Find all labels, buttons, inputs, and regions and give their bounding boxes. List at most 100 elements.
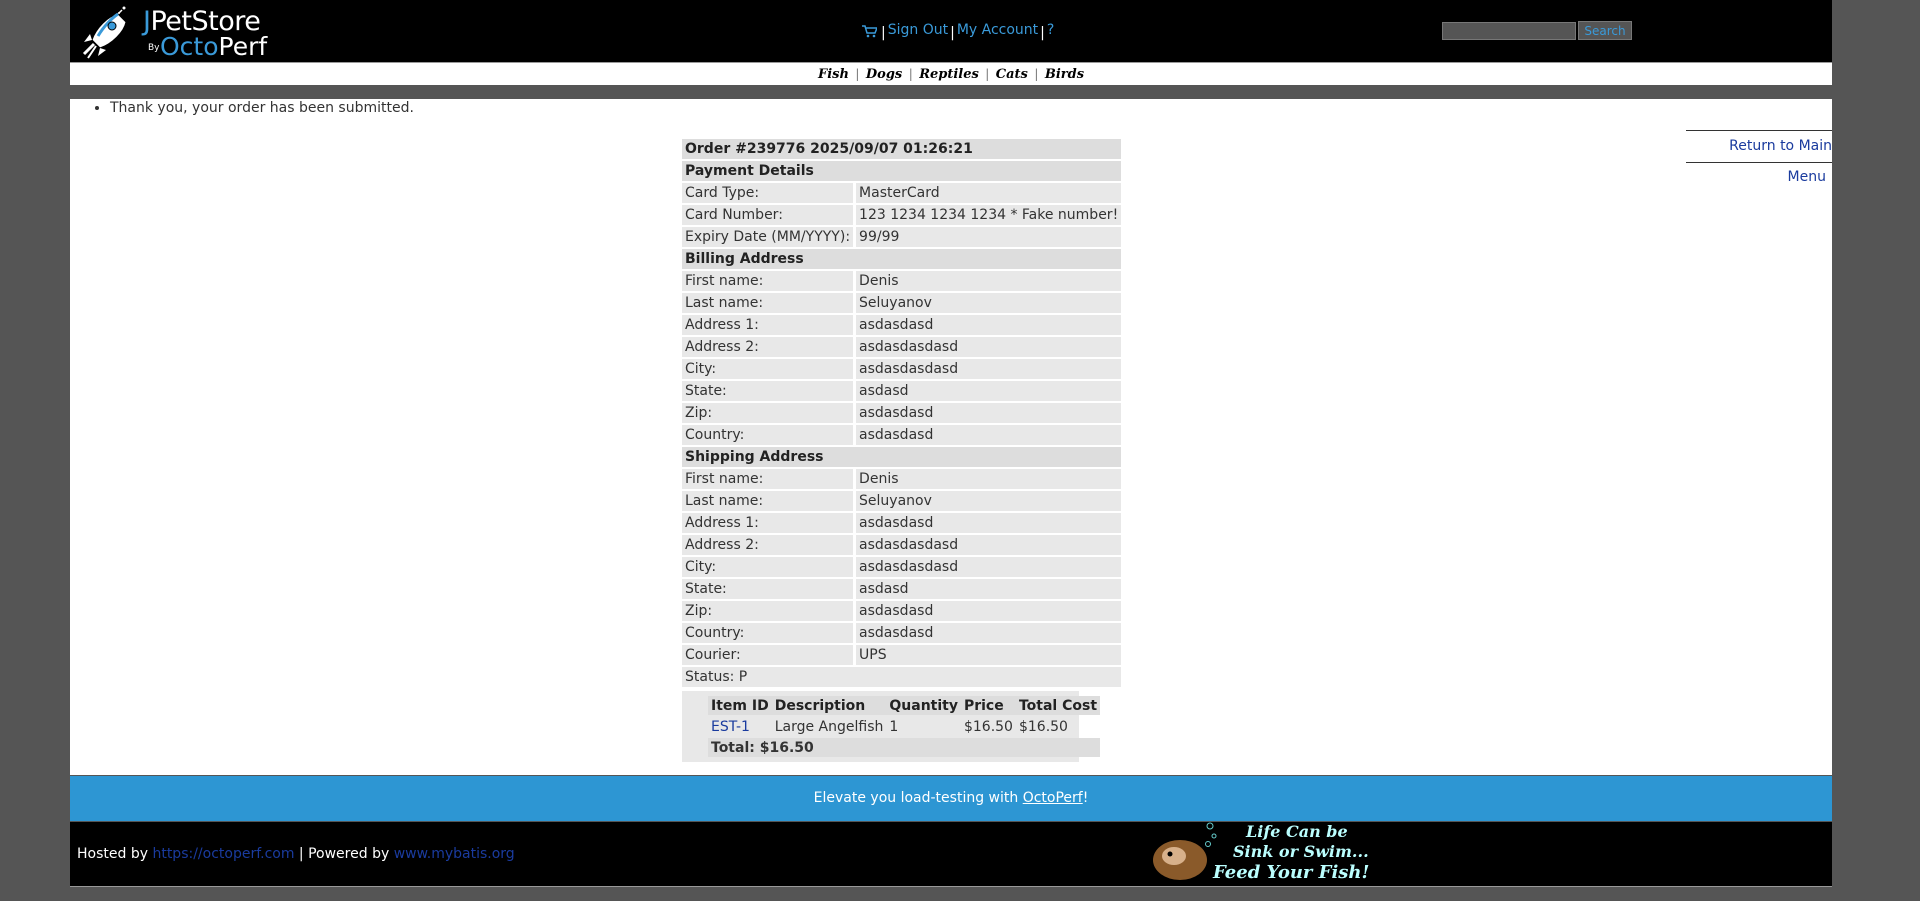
menu-separator: | (950, 25, 955, 41)
detail-label: Zip: (682, 403, 857, 423)
detail-label: Address 2: (682, 337, 857, 357)
mybatis-link[interactable]: www.mybatis.org (394, 846, 515, 862)
menu-separator: | (1040, 25, 1045, 41)
detail-value: Seluyanov (856, 293, 1122, 313)
detail-label: First name: (682, 271, 857, 291)
detail-value: Seluyanov (856, 491, 1122, 511)
quicklink-cats[interactable]: Cats (996, 67, 1028, 82)
promo-footer: Elevate you load-testing with OctoPerf! (70, 776, 1832, 821)
section-header-row: Payment Details (682, 161, 1122, 181)
banner-line-1: Life Can be (1245, 822, 1348, 841)
quicklink-fish[interactable]: Fish (818, 67, 849, 82)
cart-icon[interactable] (862, 25, 877, 38)
detail-row: First name: Denis (682, 469, 1122, 489)
help-link[interactable]: ? (1047, 22, 1054, 38)
total-cost-cell: $16.50 (1018, 718, 1068, 735)
description-cell: Large Angelfish (774, 718, 884, 735)
detail-row: State: asdasd (682, 579, 1122, 599)
detail-label: Address 1: (682, 315, 857, 335)
detail-label: City: (682, 557, 857, 577)
detail-row: Address 2: asdasdasdasd (682, 535, 1122, 555)
detail-value: UPS (856, 645, 1122, 665)
my-account-link[interactable]: My Account (957, 22, 1038, 38)
section-header-row: Shipping Address (682, 447, 1122, 467)
return-to-main-menu-link[interactable]: Return to Main Menu (1729, 138, 1832, 185)
quicklink-dogs[interactable]: Dogs (866, 67, 902, 82)
detail-label: Card Number: (682, 205, 857, 225)
section-header-row: Billing Address (682, 249, 1122, 269)
quick-links-bar: Fish | Dogs | Reptiles | Cats | Birds (70, 63, 1832, 85)
message-item: Thank you, your order has been submitted… (110, 100, 414, 116)
logo[interactable]: JPetStore By OctoPerf (78, 2, 267, 61)
item-id-link[interactable]: EST-1 (711, 719, 750, 735)
detail-row: Card Number: 123 1234 1234 1234 * Fake nu… (682, 205, 1122, 225)
detail-value: asdasdasd (856, 403, 1122, 423)
detail-row: State: asdasd (682, 381, 1122, 401)
search-input[interactable] (1442, 21, 1576, 40)
octoperf-link[interactable]: OctoPerf (1023, 790, 1083, 806)
detail-value: Denis (856, 271, 1122, 291)
detail-value: MasterCard (856, 183, 1122, 203)
powered-by: Hosted by https://octoperf.com | Powered… (77, 846, 515, 862)
detail-label: Last name: (682, 491, 857, 511)
payment-details-heading: Payment Details (682, 161, 1122, 181)
messages-list: Thank you, your order has been submitted… (90, 100, 414, 116)
detail-label: Zip: (682, 601, 857, 621)
quicklink-separator: | (855, 67, 860, 81)
brand-name-bottom: OctoPerf (160, 32, 268, 61)
detail-value: 99/99 (856, 227, 1122, 247)
detail-row: First name: Denis (682, 271, 1122, 291)
detail-label: Address 2: (682, 535, 857, 555)
line-items-table: Item ID Description Quantity Price Total… (708, 694, 1101, 759)
detail-row: Zip: asdasdasd (682, 403, 1122, 423)
menu-separator: | (881, 25, 886, 41)
quantity-cell: 1 (889, 718, 899, 735)
detail-value: asdasd (856, 381, 1122, 401)
col-description: Description (771, 696, 887, 715)
detail-label: Expiry Date (MM/YYYY): (682, 227, 857, 247)
detail-row: City: asdasdasdasd (682, 557, 1122, 577)
return-link-box: Return to Main Menu (1686, 130, 1832, 185)
detail-row: Last name: Seluyanov (682, 293, 1122, 313)
order-details: Order #239776 2025/09/07 01:26:21 Paymen… (682, 137, 1122, 762)
quicklink-reptiles[interactable]: Reptiles (919, 67, 979, 82)
order-status: Status: P (682, 667, 1122, 687)
quicklink-birds[interactable]: Birds (1045, 67, 1084, 82)
order-title: Order #239776 2025/09/07 01:26:21 (682, 139, 1122, 159)
line-items-box: Item ID Description Quantity Price Total… (682, 691, 1101, 762)
detail-row: Country: asdasdasd (682, 623, 1122, 643)
detail-row: Address 1: asdasdasd (682, 315, 1122, 335)
detail-value: asdasdasd (856, 513, 1122, 533)
header-menu: | Sign Out | My Account |? (862, 22, 1054, 41)
col-item-id: Item ID (708, 696, 772, 715)
shipping-address-heading: Shipping Address (682, 447, 1122, 467)
detail-row: Expiry Date (MM/YYYY): 99/99 (682, 227, 1122, 247)
banner-line-3: Feed Your Fish! (1212, 862, 1369, 883)
detail-value: asdasdasdasd (856, 557, 1122, 577)
quicklink-separator: | (1034, 67, 1039, 81)
search-button[interactable]: Search (1578, 21, 1632, 40)
detail-value: Denis (856, 469, 1122, 489)
detail-value: asdasdasd (856, 601, 1122, 621)
hosted-by-link[interactable]: https://octoperf.com (152, 846, 294, 862)
feed-your-fish-banner[interactable]: Life Can be Sink or Swim... Feed Your Fi… (1148, 822, 1388, 884)
detail-label: City: (682, 359, 857, 379)
bottom-footer: Hosted by https://octoperf.com | Powered… (70, 822, 1832, 887)
detail-label: State: (682, 381, 857, 401)
detail-label: State: (682, 579, 857, 599)
detail-label: Country: (682, 425, 857, 445)
detail-row: Address 2: asdasdasdasd (682, 337, 1122, 357)
detail-row: Card Type: MasterCard (682, 183, 1122, 203)
sign-out-link[interactable]: Sign Out (888, 22, 948, 38)
detail-row: Country: asdasdasd (682, 425, 1122, 445)
detail-value: asdasdasd (856, 425, 1122, 445)
promo-suffix: ! (1082, 790, 1089, 806)
col-quantity: Quantity (886, 696, 961, 715)
detail-row: Address 1: asdasdasd (682, 513, 1122, 533)
detail-value: asdasdasdasd (856, 337, 1122, 357)
main-content: Thank you, your order has been submitted… (70, 99, 1832, 775)
price-cell: $16.50 (963, 718, 1013, 735)
hosted-by-label: Hosted by (77, 846, 153, 862)
detail-label: Last name: (682, 293, 857, 313)
detail-value: asdasdasd (856, 315, 1122, 335)
